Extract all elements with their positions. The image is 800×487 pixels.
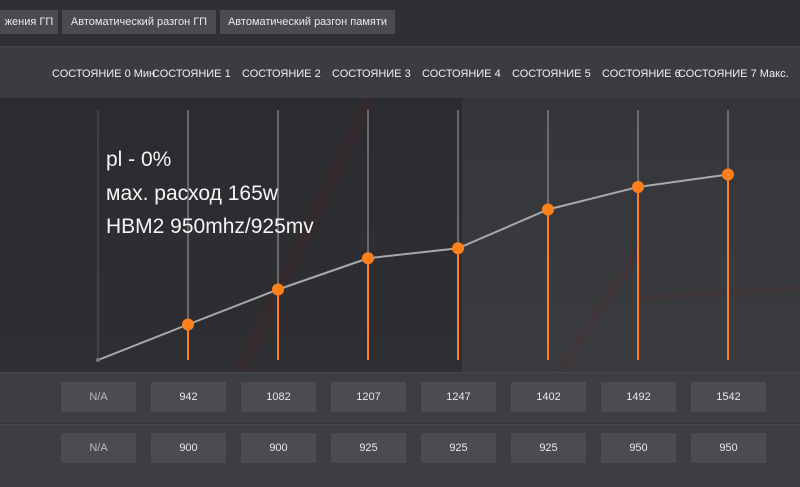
curve-handle-state-1[interactable] [182, 318, 194, 331]
voltage-input-state-4[interactable]: 925 [421, 433, 496, 463]
state-label-3: СОСТОЯНИЕ 3 [332, 68, 411, 80]
curve-handle-state-7[interactable] [722, 168, 734, 181]
frequency-input-state-7[interactable]: 1542 [691, 382, 766, 412]
state-label-1: СОСТОЯНИЕ 1 [152, 68, 231, 80]
frequency-curve-graph: pl - 0% мах. расход 165w HBM2 950mhz/925… [0, 98, 800, 372]
frequency-input-state-2[interactable]: 1082 [241, 382, 316, 412]
curve-handle-state-3[interactable] [362, 252, 374, 265]
curve-handle-state-2[interactable] [272, 283, 284, 296]
state-label-5: СОСТОЯНИЕ 5 [512, 68, 591, 80]
state-label-0: СОСТОЯНИЕ 0 Мин [52, 68, 156, 80]
voltage-input-state-6[interactable]: 950 [601, 433, 676, 463]
curve-point-state-0 [96, 358, 100, 362]
annotation-line-1: pl - 0% [106, 148, 172, 171]
frequency-input-state-6[interactable]: 1492 [601, 382, 676, 412]
tab-bar: жения ГП Автоматический разгон ГП Автома… [0, 0, 800, 46]
frequency-input-state-0[interactable]: N/A [61, 382, 136, 412]
frequency-input-state-5[interactable]: 1402 [511, 382, 586, 412]
tab-auto-gpu-oc[interactable]: Автоматический разгон ГП [62, 10, 216, 34]
curve-handle-state-6[interactable] [632, 181, 644, 193]
voltage-input-state-2[interactable]: 900 [241, 433, 316, 463]
voltage-input-state-1[interactable]: 900 [151, 433, 226, 463]
voltage-input-state-0[interactable]: N/A [61, 433, 136, 463]
voltage-input-state-3[interactable]: 925 [331, 433, 406, 463]
state-label-2: СОСТОЯНИЕ 2 [242, 68, 321, 80]
state-label-6: СОСТОЯНИЕ 6 [602, 68, 681, 80]
tab-auto-gpu-oc-label: Автоматический разгон ГП [70, 16, 208, 28]
state-label-4: СОСТОЯНИЕ 4 [422, 68, 501, 80]
voltage-input-state-5[interactable]: 925 [511, 433, 586, 463]
annotation-line-2: мах. расход 165w [106, 182, 278, 205]
frequency-input-state-1[interactable]: 942 [151, 382, 226, 412]
state-label-7: СОСТОЯНИЕ 7 Макс. [678, 68, 789, 80]
voltage-input-state-7[interactable]: 950 [691, 433, 766, 463]
tab-auto-memory-oc-label: Автоматический разгон памяти [227, 16, 388, 28]
tab-voltage[interactable]: жения ГП [0, 10, 58, 34]
curve-handle-state-4[interactable] [452, 242, 464, 255]
curve-handle-state-5[interactable] [542, 203, 554, 216]
frequency-input-state-4[interactable]: 1247 [421, 382, 496, 412]
tab-auto-memory-oc[interactable]: Автоматический разгон памяти [220, 10, 395, 34]
annotation-line-3: HBM2 950mhz/925mv [106, 215, 314, 238]
frequency-input-state-3[interactable]: 1207 [331, 382, 406, 412]
tab-voltage-label: жения ГП [4, 16, 54, 28]
